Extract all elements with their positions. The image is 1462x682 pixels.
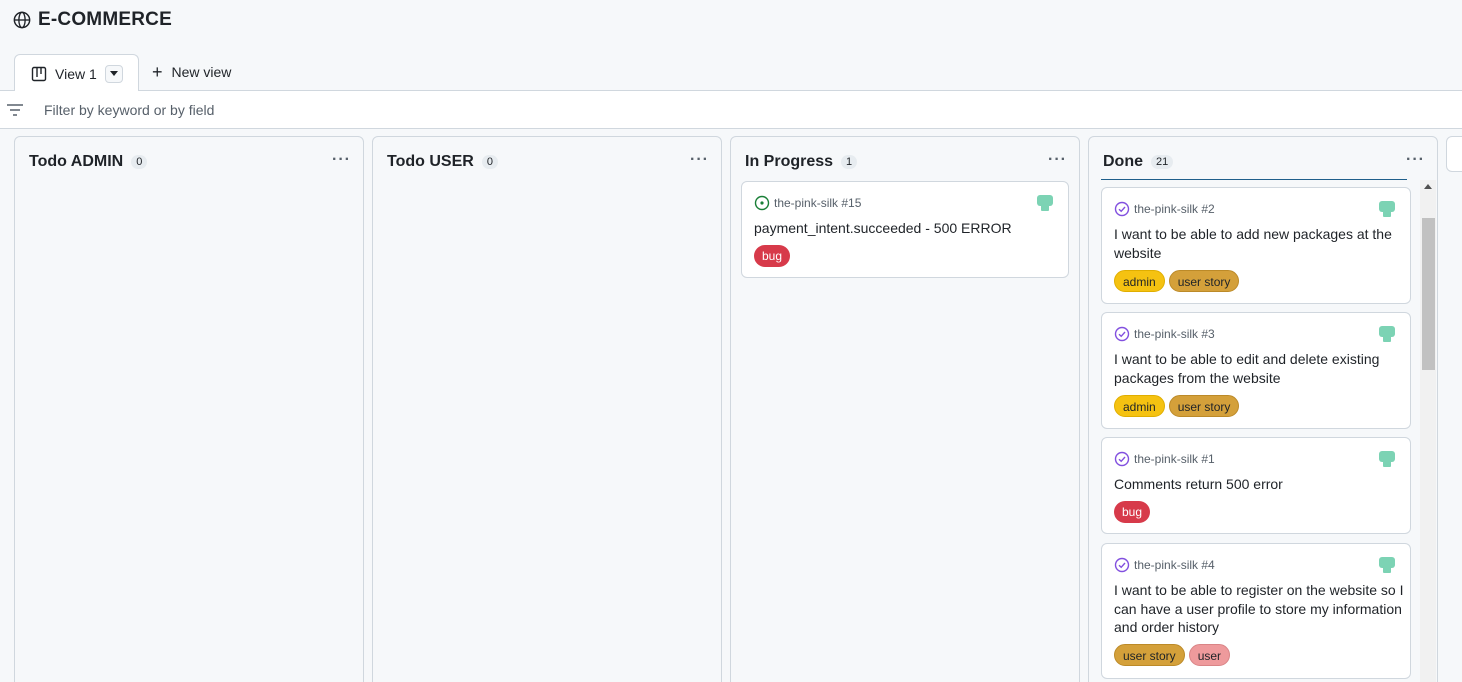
avatar-icon <box>1379 201 1395 217</box>
issue-card[interactable]: the-pink-silk #4 I want to be able to re… <box>1101 543 1411 679</box>
column-header: Todo ADMIN 0 <box>29 153 148 171</box>
avatar-icon <box>1037 195 1053 211</box>
column-header: In Progress 1 <box>745 153 858 171</box>
column-header: Todo USER 0 <box>387 153 498 171</box>
card-meta: the-pink-silk #3 <box>1114 326 1215 342</box>
card-meta: the-pink-silk #1 <box>1114 451 1215 467</box>
project-header: E-COMMERCE <box>0 0 1462 52</box>
label-admin[interactable]: admin <box>1114 270 1165 292</box>
card-labels: user story user <box>1114 644 1231 666</box>
card-labels: bug <box>1114 501 1151 523</box>
column-title: In Progress <box>745 153 834 170</box>
card-meta: the-pink-silk #4 <box>1114 557 1215 573</box>
new-view-button[interactable]: + New view <box>152 62 232 82</box>
issue-card[interactable]: the-pink-silk #15 payment_intent.succeed… <box>741 181 1069 278</box>
issue-closed-icon <box>1114 557 1130 573</box>
label-bug[interactable]: bug <box>754 245 791 267</box>
scrollbar-thumb[interactable] <box>1422 218 1435 370</box>
avatar-icon <box>1379 326 1395 342</box>
card-title[interactable]: I want to be able to edit and delete exi… <box>1114 350 1404 387</box>
column-count: 21 <box>1151 155 1174 169</box>
avatar-icon <box>1379 557 1395 573</box>
filter-bar <box>0 91 1462 129</box>
column-focus-underline <box>1101 179 1407 180</box>
label-admin[interactable]: admin <box>1114 395 1165 417</box>
column-title: Todo USER <box>387 153 474 170</box>
column-count: 0 <box>131 155 148 169</box>
card-title[interactable]: I want to be able to add new packages at… <box>1114 225 1404 262</box>
card-title[interactable]: payment_intent.succeeded - 500 ERROR <box>754 219 1044 238</box>
card-repo[interactable]: the-pink-silk #2 <box>1134 202 1215 216</box>
issue-closed-icon <box>1114 451 1130 467</box>
filter-input[interactable] <box>44 100 644 120</box>
kebab-icon[interactable]: ··· <box>1406 151 1425 169</box>
column-in-progress: In Progress 1 ··· the-pink-silk #15 paym… <box>730 136 1080 682</box>
issue-card[interactable]: the-pink-silk #2 I want to be able to ad… <box>1101 187 1411 304</box>
column-todo-admin: Todo ADMIN 0 ··· <box>14 136 364 682</box>
filter-icon <box>7 104 23 116</box>
column-title: Todo ADMIN <box>29 153 124 170</box>
kebab-icon[interactable]: ··· <box>332 151 351 169</box>
card-meta: the-pink-silk #15 <box>754 195 861 211</box>
tab-view-1[interactable]: View 1 <box>14 54 139 92</box>
card-meta: the-pink-silk #2 <box>1114 201 1215 217</box>
column-title: Done <box>1103 153 1143 170</box>
label-bug[interactable]: bug <box>1114 501 1151 523</box>
column-count: 1 <box>841 155 858 169</box>
kebab-icon[interactable]: ··· <box>690 151 709 169</box>
card-labels: admin user story <box>1114 395 1240 417</box>
issue-closed-icon <box>1114 201 1130 217</box>
tab-view-1-label: View 1 <box>55 65 97 82</box>
card-repo[interactable]: the-pink-silk #1 <box>1134 452 1215 466</box>
add-column-button[interactable] <box>1446 136 1462 172</box>
board-icon <box>31 66 47 81</box>
card-title[interactable]: Comments return 500 error <box>1114 475 1404 494</box>
scroll-up-arrow-icon[interactable] <box>1424 184 1432 189</box>
kebab-icon[interactable]: ··· <box>1048 151 1067 169</box>
label-user-story[interactable]: user story <box>1168 395 1240 417</box>
card-labels: admin user story <box>1114 270 1240 292</box>
plus-icon: + <box>152 62 163 82</box>
issue-opened-icon <box>754 195 770 211</box>
globe-icon <box>13 11 31 29</box>
project-title: E-COMMERCE <box>38 9 172 30</box>
issue-card[interactable]: the-pink-silk #1 Comments return 500 err… <box>1101 437 1411 534</box>
column-todo-user: Todo USER 0 ··· <box>372 136 722 682</box>
column-header: Done 21 <box>1103 153 1174 171</box>
view-tabs: View 1 + New view <box>0 52 1462 92</box>
card-title[interactable]: I want to be able to register on the web… <box>1114 581 1404 637</box>
new-view-label: New view <box>171 64 232 80</box>
column-done: Done 21 ··· the-pink-silk #2 I want to b… <box>1088 136 1438 682</box>
card-labels: bug <box>754 245 791 267</box>
card-repo[interactable]: the-pink-silk #4 <box>1134 558 1215 572</box>
label-user-story[interactable]: user story <box>1168 270 1240 292</box>
triangle-down-icon <box>109 71 118 76</box>
card-repo[interactable]: the-pink-silk #3 <box>1134 327 1215 341</box>
view-options-button[interactable] <box>104 64 123 83</box>
label-user[interactable]: user <box>1188 644 1231 666</box>
column-count: 0 <box>481 155 498 169</box>
card-repo[interactable]: the-pink-silk #15 <box>774 196 861 210</box>
issue-card[interactable]: the-pink-silk #3 I want to be able to ed… <box>1101 312 1411 429</box>
avatar-icon <box>1379 451 1395 467</box>
issue-closed-icon <box>1114 326 1130 342</box>
label-user-story[interactable]: user story <box>1114 644 1185 666</box>
